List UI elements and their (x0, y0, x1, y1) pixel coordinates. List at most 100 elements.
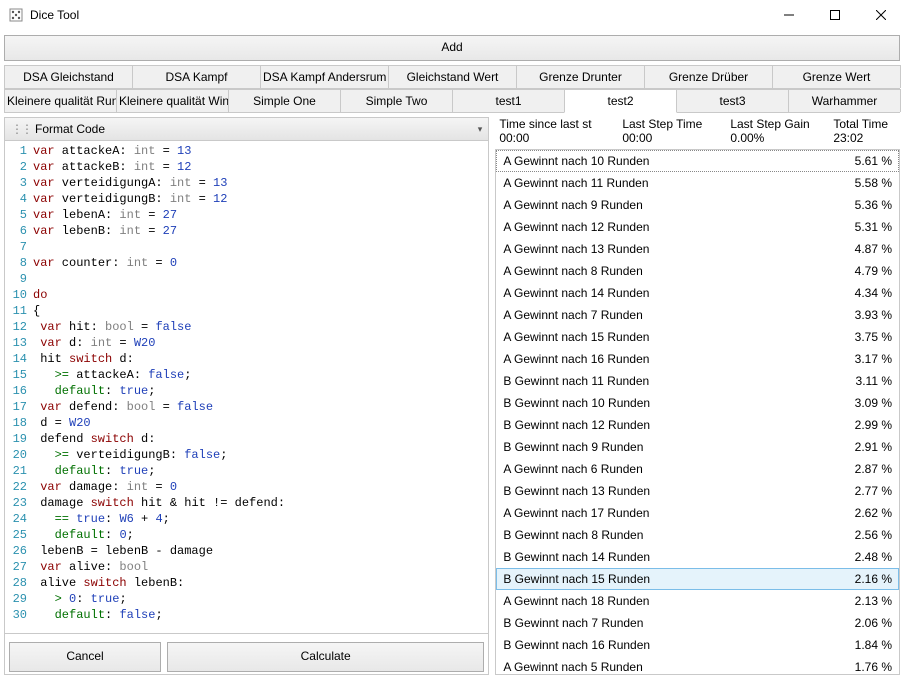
code-line: 9 (5, 271, 488, 287)
window-title: Dice Tool (30, 8, 79, 22)
stat2-value: 00:00 (622, 131, 722, 145)
result-row[interactable]: A Gewinnt nach 11 Runden5.58 % (496, 172, 899, 194)
line-number: 30 (5, 607, 31, 623)
line-number: 28 (5, 575, 31, 591)
result-percent: 2.13 % (832, 592, 892, 610)
result-row[interactable]: A Gewinnt nach 15 Runden3.75 % (496, 326, 899, 348)
tab-grenze-drunter[interactable]: Grenze Drunter (516, 65, 645, 88)
result-row[interactable]: A Gewinnt nach 13 Runden4.87 % (496, 238, 899, 260)
result-row[interactable]: A Gewinnt nach 5 Runden1.76 % (496, 656, 899, 675)
line-number: 8 (5, 255, 31, 271)
result-row[interactable]: A Gewinnt nach 17 Runden2.62 % (496, 502, 899, 524)
result-row[interactable]: B Gewinnt nach 13 Runden2.77 % (496, 480, 899, 502)
result-label: B Gewinnt nach 11 Runden (503, 372, 832, 390)
result-row[interactable]: A Gewinnt nach 18 Runden2.13 % (496, 590, 899, 612)
result-label: A Gewinnt nach 15 Runden (503, 328, 832, 346)
result-row[interactable]: B Gewinnt nach 14 Runden2.48 % (496, 546, 899, 568)
result-row[interactable]: A Gewinnt nach 10 Runden5.61 % (496, 150, 899, 172)
code-line: 24 == true: W6 + 4; (5, 511, 488, 527)
calculate-button[interactable]: Calculate (167, 642, 484, 672)
stat1-label: Time since last st (499, 117, 614, 131)
result-row[interactable]: A Gewinnt nach 9 Runden5.36 % (496, 194, 899, 216)
tab-grenze-wert[interactable]: Grenze Wert (772, 65, 901, 88)
result-row[interactable]: A Gewinnt nach 6 Runden2.87 % (496, 458, 899, 480)
maximize-button[interactable] (812, 0, 858, 30)
code-line: 26 lebenB = lebenB - damage (5, 543, 488, 559)
tab-dsa-gleichstand[interactable]: DSA Gleichstand (4, 65, 133, 88)
cancel-button[interactable]: Cancel (9, 642, 161, 672)
stat2-label: Last Step Time (622, 117, 722, 131)
tab-test2[interactable]: test2 (564, 89, 677, 113)
result-label: A Gewinnt nach 14 Runden (503, 284, 832, 302)
code-editor[interactable]: 1var attackeA: int = 132var attackeB: in… (5, 141, 488, 634)
result-percent: 4.79 % (832, 262, 892, 280)
result-percent: 2.77 % (832, 482, 892, 500)
code-line: 16 default: true; (5, 383, 488, 399)
line-number: 4 (5, 191, 31, 207)
minimize-button[interactable] (766, 0, 812, 30)
tab-simple-two[interactable]: Simple Two (340, 89, 453, 112)
result-percent: 2.06 % (832, 614, 892, 632)
code-line: 4var verteidigungB: int = 12 (5, 191, 488, 207)
result-label: B Gewinnt nach 13 Runden (503, 482, 832, 500)
result-row[interactable]: A Gewinnt nach 7 Runden3.93 % (496, 304, 899, 326)
results-list[interactable]: A Gewinnt nach 10 Runden5.61 %A Gewinnt … (495, 149, 900, 675)
result-label: B Gewinnt nach 7 Runden (503, 614, 832, 632)
result-percent: 2.48 % (832, 548, 892, 566)
close-button[interactable] (858, 0, 904, 30)
tab-simple-one[interactable]: Simple One (228, 89, 341, 112)
code-line: 23 damage switch hit & hit != defend: (5, 495, 488, 511)
result-row[interactable]: B Gewinnt nach 9 Runden2.91 % (496, 436, 899, 458)
line-number: 18 (5, 415, 31, 431)
result-percent: 3.09 % (832, 394, 892, 412)
result-percent: 3.11 % (832, 372, 892, 390)
tab-dsa-kampf[interactable]: DSA Kampf (132, 65, 261, 88)
result-label: A Gewinnt nach 16 Runden (503, 350, 832, 368)
tab-gleichstand-wert[interactable]: Gleichstand Wert (388, 65, 517, 88)
add-button[interactable]: Add (4, 35, 900, 61)
result-label: A Gewinnt nach 12 Runden (503, 218, 832, 236)
tab-test3[interactable]: test3 (676, 89, 789, 112)
tab-kleinere-qualit-t-winner[interactable]: Kleinere qualität Winner (116, 89, 229, 112)
result-percent: 2.99 % (832, 416, 892, 434)
result-row[interactable]: B Gewinnt nach 7 Runden2.06 % (496, 612, 899, 634)
line-number: 14 (5, 351, 31, 367)
line-number: 15 (5, 367, 31, 383)
result-row[interactable]: B Gewinnt nach 16 Runden1.84 % (496, 634, 899, 656)
result-row[interactable]: A Gewinnt nach 14 Runden4.34 % (496, 282, 899, 304)
format-toolbar: ⋮⋮ Format Code ▾ (5, 118, 488, 141)
result-row[interactable]: B Gewinnt nach 12 Runden2.99 % (496, 414, 899, 436)
code-line: 28 alive switch lebenB: (5, 575, 488, 591)
left-pane: ⋮⋮ Format Code ▾ 1var attackeA: int = 13… (4, 117, 489, 675)
code-line: 5var lebenA: int = 27 (5, 207, 488, 223)
tab-test1[interactable]: test1 (452, 89, 565, 112)
tab-dsa-kampf-andersrum[interactable]: DSA Kampf Andersrum (260, 65, 389, 88)
code-line: 27 var alive: bool (5, 559, 488, 575)
line-number: 1 (5, 143, 31, 159)
result-row[interactable]: A Gewinnt nach 8 Runden4.79 % (496, 260, 899, 282)
result-row[interactable]: B Gewinnt nach 10 Runden3.09 % (496, 392, 899, 414)
result-row[interactable]: B Gewinnt nach 11 Runden3.11 % (496, 370, 899, 392)
result-row[interactable]: A Gewinnt nach 16 Runden3.17 % (496, 348, 899, 370)
toolbar-overflow-icon[interactable]: ▾ (478, 124, 483, 135)
tab-kleinere-qualit-t-runden[interactable]: Kleinere qualität Runden (4, 89, 117, 112)
result-row[interactable]: B Gewinnt nach 8 Runden2.56 % (496, 524, 899, 546)
result-label: A Gewinnt nach 18 Runden (503, 592, 832, 610)
result-label: B Gewinnt nach 10 Runden (503, 394, 832, 412)
result-percent: 1.84 % (832, 636, 892, 654)
code-line: 1var attackeA: int = 13 (5, 143, 488, 159)
line-number: 26 (5, 543, 31, 559)
line-number: 21 (5, 463, 31, 479)
tab-warhammer[interactable]: Warhammer (788, 89, 901, 112)
result-percent: 2.16 % (832, 570, 892, 588)
line-number: 10 (5, 287, 31, 303)
line-number: 16 (5, 383, 31, 399)
result-label: B Gewinnt nach 14 Runden (503, 548, 832, 566)
line-number: 5 (5, 207, 31, 223)
tab-grenze-dr-ber[interactable]: Grenze Drüber (644, 65, 773, 88)
result-label: A Gewinnt nach 8 Runden (503, 262, 832, 280)
result-row[interactable]: B Gewinnt nach 15 Runden2.16 % (496, 568, 899, 590)
code-line: 8var counter: int = 0 (5, 255, 488, 271)
toolbar-grip-icon: ⋮⋮ (11, 122, 31, 136)
result-row[interactable]: A Gewinnt nach 12 Runden5.31 % (496, 216, 899, 238)
